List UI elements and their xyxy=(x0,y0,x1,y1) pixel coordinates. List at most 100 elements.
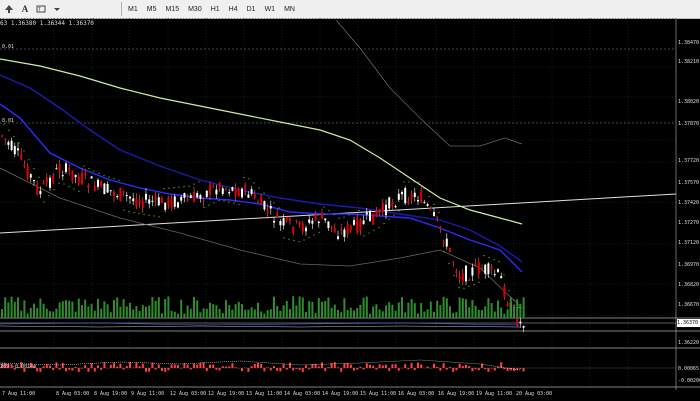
candle-body xyxy=(218,182,221,188)
macd-histogram-bar xyxy=(97,365,99,368)
macd-histogram-bar xyxy=(471,368,474,372)
macd-histogram-bar xyxy=(317,366,320,368)
price-axis-label: 1.37870 xyxy=(678,121,700,127)
parabolic-sar-dot xyxy=(238,203,240,206)
volume-bar xyxy=(45,308,48,318)
volume-bar xyxy=(97,298,99,318)
macd-histogram-bar xyxy=(503,368,506,370)
time-axis-label: 9 Aug 11:00 xyxy=(131,391,165,397)
candle-body xyxy=(52,175,55,182)
volume-bar xyxy=(132,309,135,318)
price-chart[interactable] xyxy=(0,18,700,401)
timeframe-m30-button[interactable]: M30 xyxy=(184,2,206,16)
chart-canvas[interactable] xyxy=(0,18,700,401)
macd-histogram-bar xyxy=(225,366,227,368)
candle-body xyxy=(186,199,189,202)
candle-body xyxy=(420,190,423,203)
volume-bar xyxy=(394,310,397,318)
macd-histogram-bar xyxy=(487,368,490,372)
timeframe-w1-button[interactable]: W1 xyxy=(261,2,280,16)
macd-histogram-bar xyxy=(385,364,387,368)
parabolic-sar-dot xyxy=(123,209,125,211)
macd-histogram-bar xyxy=(74,366,77,368)
volume-bar xyxy=(23,300,26,318)
volume-bar xyxy=(340,312,343,318)
text-tool-icon[interactable]: A xyxy=(18,2,32,16)
candle-body xyxy=(305,227,307,232)
parabolic-sar-dot xyxy=(283,237,285,239)
time-axis-label: 14 Aug 19:00 xyxy=(322,391,359,397)
volume-bar xyxy=(349,307,352,318)
macd-histogram-bar xyxy=(58,368,61,370)
volume-bar xyxy=(93,310,96,318)
volume-bar xyxy=(417,313,419,318)
candle-body xyxy=(436,216,439,219)
candle-body xyxy=(39,190,42,195)
volume-bar xyxy=(279,310,282,318)
parabolic-sar-dot xyxy=(78,190,80,193)
parabolic-sar-dot xyxy=(443,251,445,253)
macd-histogram-bar xyxy=(519,368,522,369)
macd-histogram-bar xyxy=(145,368,147,372)
parabolic-sar-dot xyxy=(248,178,250,180)
parabolic-sar-dot xyxy=(493,259,495,261)
macd-histogram-bar xyxy=(100,368,103,370)
parabolic-sar-dot xyxy=(163,188,165,190)
oscillator-line xyxy=(0,322,521,326)
volume-bar xyxy=(100,308,103,318)
parabolic-sar-dot xyxy=(98,172,100,175)
volume-bar xyxy=(388,302,391,318)
volume-bar xyxy=(135,305,138,318)
volume-bar xyxy=(372,306,375,318)
volume-bar xyxy=(113,299,115,318)
timeframe-h1-button[interactable]: H1 xyxy=(207,2,224,16)
parabolic-sar-dot xyxy=(253,182,255,184)
timeframe-h4-button[interactable]: H4 xyxy=(225,2,242,16)
candle-body xyxy=(484,264,487,274)
label-tool-icon[interactable]: T xyxy=(34,2,48,16)
candle-body xyxy=(177,202,179,208)
volume-bar xyxy=(519,303,522,318)
macd-histogram-bar xyxy=(324,368,327,371)
candle-body xyxy=(506,302,509,307)
volume-bar xyxy=(509,298,512,318)
dropdown-arrow-icon[interactable] xyxy=(50,2,64,16)
candle-body xyxy=(404,188,407,204)
macd-histogram-bar xyxy=(327,367,330,368)
parabolic-sar-dot xyxy=(303,239,305,241)
volume-bar xyxy=(500,307,503,318)
candle-body xyxy=(141,200,144,208)
macd-histogram-bar xyxy=(372,365,375,368)
candle-body xyxy=(135,198,138,207)
parabolic-sar-dot xyxy=(318,231,320,234)
candle-body xyxy=(346,224,349,235)
macd-histogram-bar xyxy=(305,365,307,368)
price-axis-label: 1.36820 xyxy=(678,282,700,288)
macd-histogram-bar xyxy=(321,362,323,368)
macd-histogram-bar xyxy=(116,366,119,368)
timeframe-m15-button[interactable]: M15 xyxy=(161,2,183,16)
volume-bar xyxy=(353,310,355,318)
volume-bar xyxy=(58,302,61,318)
macd-histogram-bar xyxy=(55,362,58,368)
volume-bar xyxy=(247,309,250,318)
volume-bar xyxy=(317,298,320,318)
macd-histogram-bar xyxy=(477,368,480,371)
candle-body xyxy=(289,218,291,222)
timeframe-mn-button[interactable]: MN xyxy=(280,2,299,16)
macd-histogram-bar xyxy=(125,366,128,368)
timeframe-d1-button[interactable]: D1 xyxy=(243,2,260,16)
candle-body xyxy=(247,194,250,198)
volume-bar xyxy=(385,305,387,318)
macd-histogram-bar xyxy=(122,368,125,370)
volume-bar xyxy=(449,306,451,318)
candle-body xyxy=(445,238,448,247)
volume-bar xyxy=(106,304,109,318)
ohlc-header: 63 1.36380 1.36344 1.36370 xyxy=(0,20,94,27)
parabolic-sar-dot xyxy=(113,178,115,180)
arrow-up-icon[interactable] xyxy=(2,2,16,16)
timeframe-m1-button[interactable]: M1 xyxy=(124,2,142,16)
timeframe-m5-button[interactable]: M5 xyxy=(143,2,161,16)
candle-body xyxy=(385,204,387,216)
volume-bar xyxy=(81,304,83,318)
